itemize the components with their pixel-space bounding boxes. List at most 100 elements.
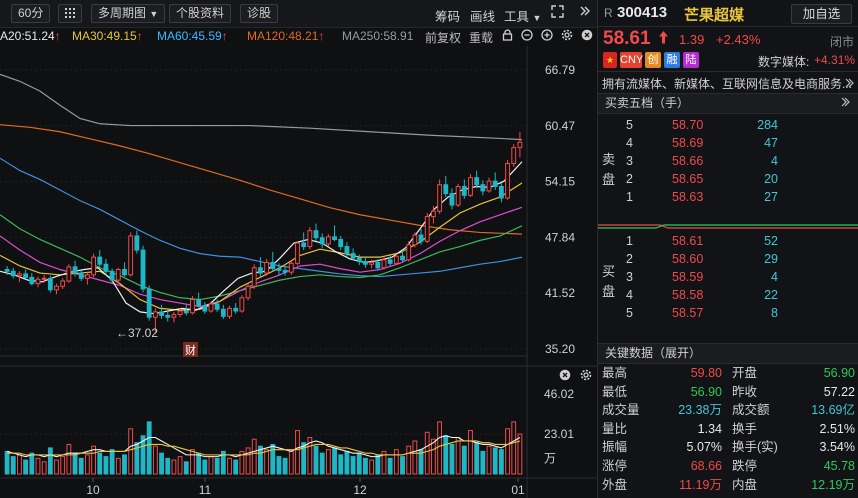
volume-bar [183,461,189,475]
zoom-in-icon[interactable] [541,29,553,44]
volume-bar [66,443,72,475]
double-chevron-right-icon[interactable] [841,94,850,113]
candle-body [78,272,84,279]
key-data-value: 59.80 [690,366,722,380]
expand-icon[interactable] [551,5,564,21]
add-watchlist-button[interactable]: 加自选 [791,4,852,24]
volume-bar [356,452,362,475]
orange-line [0,124,523,235]
candle-body [468,177,473,196]
market-status: 闭市 [830,35,855,49]
key-data-label: 最高 [602,366,628,380]
buy-order-row[interactable]: 4 58.58 22 [598,286,858,304]
candle-body [517,141,523,149]
zoom-out-icon[interactable] [521,29,533,44]
volume-bar [276,456,282,475]
volume-bar [202,459,208,475]
tools-menu[interactable]: 工具 ▼ [504,6,541,25]
order-level: 5 [626,306,633,320]
candle-body [152,311,158,318]
candle-body [295,242,300,264]
earnings-marker-label: 财 [185,343,196,357]
candle-body [159,311,164,316]
candle-body [54,285,59,291]
candle-body [257,267,263,274]
volume-bar [295,430,300,475]
sell-order-row[interactable]: 3 58.66 4 [598,152,858,170]
chevron-down-icon: ▼ [532,13,542,23]
volume-bar [461,445,467,475]
volume-bar [468,430,473,475]
stock-code: 300413 [617,4,668,21]
orderbook-header[interactable]: 买卖五档（手） [598,93,858,114]
order-volume: 4 [771,270,778,284]
key-data-label: 振幅 [602,440,628,455]
volume-bar [251,438,257,475]
order-level: 4 [626,288,633,302]
buy-order-row[interactable]: 2 58.60 29 [598,250,858,268]
adjust-mode-button[interactable]: 前复权 [425,29,461,46]
sell-order-row[interactable]: 1 58.63 27 [598,188,858,206]
chevron-right-icon[interactable] [845,77,854,91]
period-select[interactable]: 60分 [11,4,51,23]
business-row[interactable]: 拥有流媒体、新媒体、互联网信息及电商服务... [598,71,858,93]
candle-body [505,163,510,199]
lock-icon[interactable] [502,29,513,44]
order-price: 58.58 [672,288,704,302]
draw-line-button[interactable]: 画线 [470,6,495,25]
candle-body [109,270,115,281]
volume-bar [190,449,195,475]
sell-order-row[interactable]: 4 58.69 47 [598,134,858,152]
volume-bar [159,452,164,475]
volume-bar [288,450,294,475]
overlay-button[interactable]: 重载 [469,29,493,46]
volume-bar [437,421,443,475]
volume-bar [171,459,177,475]
order-level: 3 [626,270,633,284]
candle-body [103,263,109,272]
kline-chart[interactable]: 66.79 60.47 54.15 47.84 41.52 35.20 46.02 23.01… [0,46,597,498]
margin-badge: 融 [664,52,680,68]
buy-order-row[interactable]: 1 58.61 52 [598,232,858,250]
multi-period-button[interactable]: 多周期图 ▼ [91,4,166,23]
chips-button[interactable]: 筹码 [435,6,460,25]
order-price: 58.63 [672,190,704,204]
ma20-label: A20:51.24↑ [0,29,61,43]
volume-bar [325,449,331,475]
key-data-header[interactable]: 关键数据（展开） [598,343,858,364]
sell-order-row[interactable]: 5 58.70 284 [598,116,858,134]
key-data-row: 外盘 11.19万 内盘 12.19万 [598,476,858,494]
buy-order-row[interactable]: 5 58.57 8 [598,304,858,322]
close-icon[interactable] [581,29,593,44]
stock-info-button[interactable]: 个股资料 [169,4,232,23]
ma250-label: MA250:58.91 [342,29,414,43]
diagnose-button[interactable]: 诊股 [240,4,279,23]
stock-header: R 300413 芒果超媒 加自选 [598,0,858,27]
chart-labels: 66.79 60.47 54.15 47.84 41.52 35.20 46.02 23.01… [86,63,575,497]
buy-order-row[interactable]: 3 58.59 4 [598,268,858,286]
volume-bar [406,445,412,475]
sell-order-row[interactable]: 2 58.65 20 [598,170,858,188]
volume-bar [227,457,232,475]
ma60-line [0,157,523,278]
sector-label[interactable]: 数字媒体: [758,53,809,70]
volume-bar [29,452,35,475]
gear-icon[interactable] [580,369,592,384]
candle-body [23,273,29,278]
grid-icon[interactable] [58,4,82,23]
bid-ask-divider [598,224,858,229]
volume-bar [375,454,381,475]
candle-body [319,237,325,245]
close-icon[interactable] [559,369,571,384]
candle-body [245,285,251,299]
gear-icon[interactable] [561,29,573,44]
volume-series [4,421,523,475]
order-level: 1 [626,190,633,204]
ma10-line [0,182,523,311]
chinext-badge: 创 [645,52,661,68]
candle-body [498,185,504,199]
volume-tick-label: 23.01 [544,427,574,441]
price-tick-label: 60.47 [545,119,575,133]
candle-body [363,261,368,265]
double-chevron-right-icon[interactable] [579,5,591,20]
